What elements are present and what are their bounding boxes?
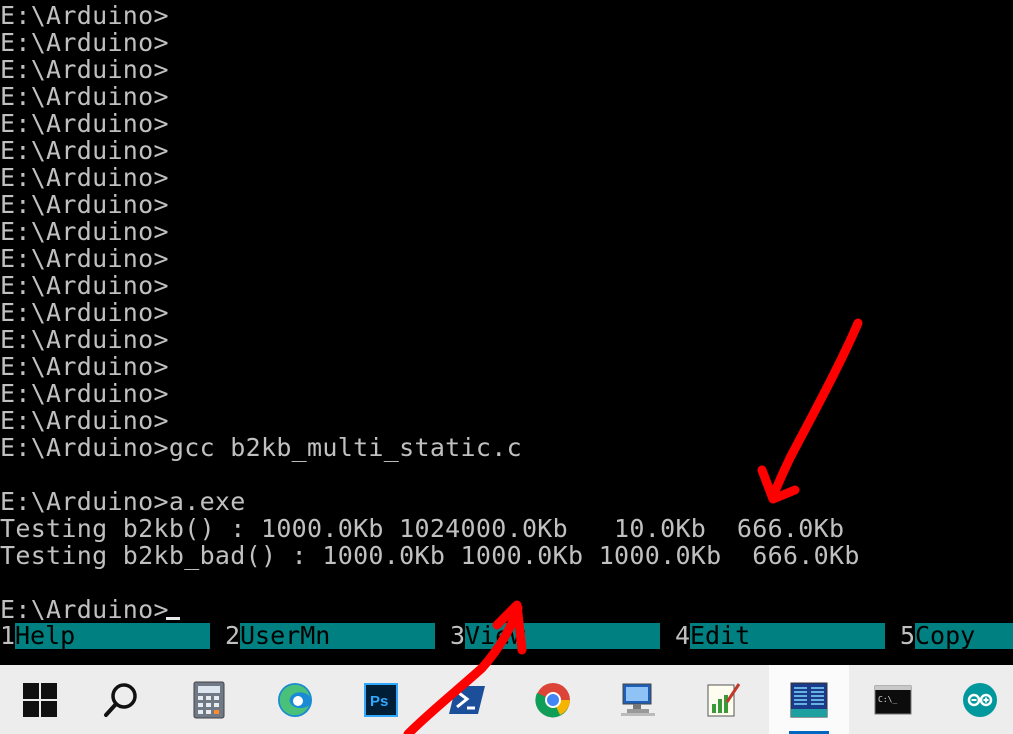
fkey-label: Edit [690,623,885,649]
taskbar-powershell[interactable] [427,665,507,734]
taskbar: Ps C:\_ [0,665,1013,734]
fkey-label: Help [15,623,210,649]
console-line: E:\Arduino> [0,271,169,300]
start-button[interactable] [0,665,80,734]
taskbar-photoshop[interactable]: Ps [341,665,421,734]
search-button[interactable] [81,665,161,734]
cmd-icon: C:\_ [874,685,912,714]
console-line: E:\Arduino> [0,406,169,435]
arduino-icon [963,682,997,717]
console-line: E:\Arduino> [0,352,169,381]
console-line: E:\Arduino> [0,109,169,138]
console-line: E:\Arduino>gcc b2kb_multi_static.c [0,433,522,462]
photoshop-icon-label: Ps [370,693,388,710]
fkey-label: UserMn [240,623,435,649]
fkey-number: 2 [225,621,241,650]
fkey-2[interactable]: 2 UserMn [225,622,435,650]
fkey-label: Copy [915,623,1013,649]
console-line: Testing b2kb() : 1000.0Kb 1024000.0Kb 10… [0,514,845,543]
search-icon [104,682,137,717]
far-manager-icon [790,682,828,717]
chrome-icon [535,682,570,717]
taskbar-edge[interactable] [255,665,335,734]
console-line: E:\Arduino> [0,190,169,219]
cmd-icon-label: C:\_ [878,695,897,704]
fkey-number: 3 [450,621,466,650]
console-line: E:\Arduino> [0,55,169,84]
console-line: E:\Arduino> [0,325,169,354]
taskbar-notepad-chart[interactable] [683,665,763,734]
text-cursor [166,617,180,620]
edge-browser-icon [278,682,312,717]
notepad-chart-icon [707,682,741,716]
powershell-icon [449,685,485,714]
console-window[interactable]: E:\Arduino> E:\Arduino> E:\Arduino> E:\Ardu… [0,0,1013,620]
windows-logo-icon [23,682,57,717]
taskbar-arduino[interactable] [940,665,1013,734]
fkey-5[interactable]: 5 Copy [900,622,1013,650]
taskbar-far-manager[interactable] [769,665,849,734]
console-line: E:\Arduino> [0,136,169,165]
function-key-bar: 1 Help 2 UserMn 3 View 4 Edit 5 Copy [0,622,1013,650]
fkey-4[interactable]: 4 Edit [675,622,885,650]
console-line: E:\Arduino> [0,217,169,246]
remote-desktop-icon [621,683,655,716]
console-line: E:\Arduino> [0,595,169,620]
console-line: E:\Arduino> [0,298,169,327]
console-line: E:\Arduino>a.exe [0,487,246,516]
taskbar-chrome[interactable] [513,665,593,734]
calculator-icon [193,681,225,718]
fkey-number: 1 [0,621,16,650]
taskbar-command-prompt[interactable]: C:\_ [853,665,933,734]
console-line: E:\Arduino> [0,379,169,408]
console-line: E:\Arduino> [0,244,169,273]
console-line: E:\Arduino> [0,1,169,30]
console-line: E:\Arduino> [0,82,169,111]
console-line: E:\Arduino> [0,28,169,57]
taskbar-remote-desktop[interactable] [598,665,678,734]
console-line: E:\Arduino> [0,163,169,192]
fkey-number: 4 [675,621,691,650]
fkey-1[interactable]: 1 Help [0,622,210,650]
console-line: Testing b2kb_bad() : 1000.0Kb 1000.0Kb 1… [0,541,860,570]
taskbar-calculator[interactable] [169,665,249,734]
fkey-3[interactable]: 3 View [450,622,660,650]
fkey-number: 5 [900,621,916,650]
fkey-label: View [465,623,660,649]
photoshop-icon: Ps [364,682,398,717]
